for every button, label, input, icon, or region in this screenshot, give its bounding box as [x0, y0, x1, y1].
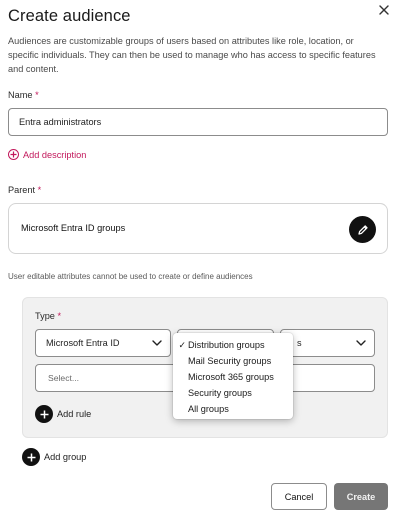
value-select-placeholder: Select... — [48, 373, 80, 383]
parent-value: Microsoft Entra ID groups — [21, 223, 126, 233]
type-label-text: Type — [35, 311, 55, 321]
add-rule-label: Add rule — [57, 409, 92, 419]
dialog-title: Create audience — [8, 7, 131, 25]
pencil-icon — [357, 224, 368, 235]
name-label-text: Name — [8, 90, 33, 100]
dialog-description: Audiences are customizable groups of use… — [8, 36, 376, 75]
required-marker: * — [37, 185, 42, 195]
parent-card: Microsoft Entra ID groups — [8, 203, 388, 254]
close-icon — [379, 5, 389, 15]
dropdown-option-label: Microsoft 365 groups — [188, 372, 274, 382]
condition-select[interactable]: s — [280, 329, 375, 357]
add-description-label: Add description — [23, 149, 87, 160]
plus-circle-outline-icon — [8, 149, 19, 160]
group-type-dropdown-menu: ✓ Distribution groups Mail Security grou… — [173, 333, 293, 419]
dropdown-option-label: Mail Security groups — [188, 356, 272, 366]
edit-parent-button[interactable] — [349, 216, 376, 243]
cancel-button[interactable]: Cancel — [271, 483, 327, 510]
dropdown-option-label: Security groups — [188, 388, 252, 398]
add-rule-button[interactable]: Add rule — [35, 405, 91, 423]
add-group-button[interactable]: Add group — [22, 448, 86, 466]
dropdown-option-security-groups[interactable]: Security groups — [173, 385, 293, 401]
dropdown-option-label: All groups — [188, 404, 229, 414]
required-marker: * — [35, 90, 39, 100]
close-button[interactable] — [374, 0, 394, 20]
dropdown-option-mail-security-groups[interactable]: Mail Security groups — [173, 353, 293, 369]
dropdown-option-microsoft-365-groups[interactable]: Microsoft 365 groups — [173, 369, 293, 385]
checkmark-icon: ✓ — [178, 339, 186, 350]
dropdown-option-all-groups[interactable]: All groups — [173, 401, 293, 417]
plus-circle-filled-icon — [22, 448, 40, 466]
chevron-down-icon — [152, 340, 162, 346]
chevron-down-icon — [356, 340, 366, 346]
type-select[interactable]: Microsoft Entra ID — [35, 329, 171, 357]
dropdown-option-label: Distribution groups — [188, 340, 265, 350]
add-description-button[interactable]: Add description — [8, 149, 86, 160]
name-label: Name * — [8, 90, 39, 100]
type-label: Type * — [35, 311, 61, 321]
editable-attributes-note: User editable attributes cannot be used … — [8, 272, 253, 281]
dropdown-option-distribution-groups[interactable]: ✓ Distribution groups — [173, 337, 293, 353]
plus-circle-filled-icon — [35, 405, 53, 423]
create-button[interactable]: Create — [334, 483, 388, 510]
required-marker: * — [57, 311, 62, 321]
name-input-value: Entra administrators — [19, 117, 102, 127]
parent-label-text: Parent — [8, 185, 36, 195]
type-select-value: Microsoft Entra ID — [46, 338, 120, 348]
add-group-label: Add group — [44, 452, 87, 462]
name-input[interactable]: Entra administrators — [8, 108, 388, 136]
parent-label: Parent * — [8, 185, 41, 195]
